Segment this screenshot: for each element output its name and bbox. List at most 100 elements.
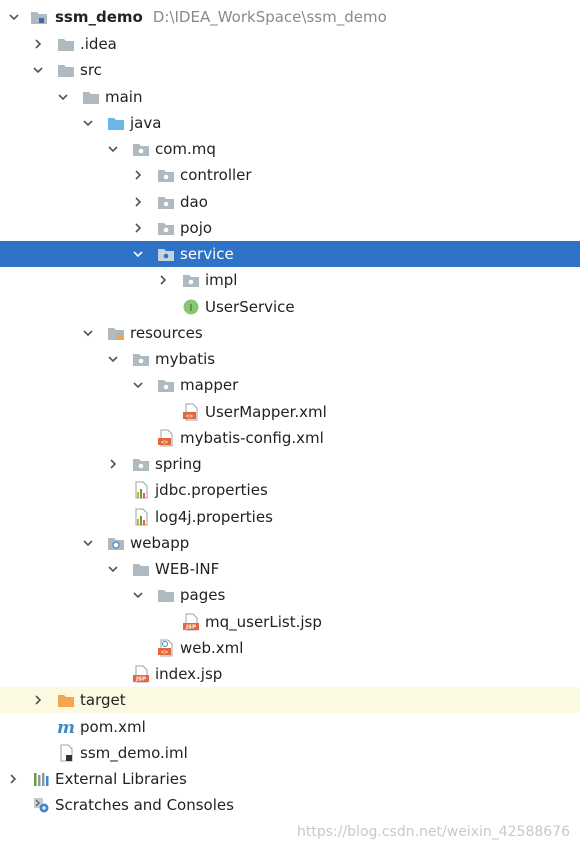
folder-icon bbox=[132, 560, 150, 578]
svg-text:m: m bbox=[57, 718, 75, 736]
tree-label: External Libraries bbox=[55, 770, 187, 788]
tree-row-main[interactable]: main bbox=[0, 84, 580, 110]
chevron-right-icon[interactable] bbox=[106, 457, 120, 471]
chevron-down-icon[interactable] bbox=[7, 10, 21, 24]
chevron-down-icon[interactable] bbox=[106, 562, 120, 576]
chevron-down-icon[interactable] bbox=[56, 90, 70, 104]
tree-row-webapp[interactable]: webapp bbox=[0, 530, 580, 556]
svg-text:JSP: JSP bbox=[135, 677, 146, 683]
watermark: https://blog.csdn.net/weixin_42588676 bbox=[296, 824, 570, 840]
tree-row-jdbc-properties[interactable]: jdbc.properties bbox=[0, 477, 580, 503]
chevron-down-icon[interactable] bbox=[131, 588, 145, 602]
svg-text:I: I bbox=[190, 303, 193, 314]
module-folder-icon bbox=[30, 8, 48, 26]
chevron-right-icon[interactable] bbox=[31, 37, 45, 51]
tree-row-pojo[interactable]: pojo bbox=[0, 215, 580, 241]
chevron-down-icon[interactable] bbox=[81, 116, 95, 130]
package-icon bbox=[157, 193, 175, 211]
tree-label: WEB-INF bbox=[155, 560, 220, 578]
tree-label: dao bbox=[180, 193, 208, 211]
tree-row-usermapper-xml[interactable]: <> UserMapper.xml bbox=[0, 399, 580, 425]
tree-label: pom.xml bbox=[80, 718, 146, 736]
chevron-down-icon[interactable] bbox=[131, 378, 145, 392]
tree-row-target[interactable]: target bbox=[0, 687, 580, 713]
tree-row-mq-userlist-jsp[interactable]: JSP mq_userList.jsp bbox=[0, 609, 580, 635]
tree-label: impl bbox=[205, 271, 238, 289]
project-name: ssm_demo bbox=[55, 8, 143, 26]
tree-row-src[interactable]: src bbox=[0, 57, 580, 83]
package-icon bbox=[157, 166, 175, 184]
tree-row-web-xml[interactable]: <> web.xml bbox=[0, 635, 580, 661]
tree-row-com-mq[interactable]: com.mq bbox=[0, 136, 580, 162]
chevron-right-icon[interactable] bbox=[31, 693, 45, 707]
tree-label: Scratches and Consoles bbox=[55, 796, 234, 814]
chevron-right-icon[interactable] bbox=[131, 168, 145, 182]
tree-row-web-inf[interactable]: WEB-INF bbox=[0, 556, 580, 582]
chevron-right-icon[interactable] bbox=[131, 195, 145, 209]
package-icon bbox=[157, 376, 175, 394]
iml-file-icon bbox=[57, 744, 75, 762]
svg-text:<>: <> bbox=[186, 413, 194, 420]
tree-label: main bbox=[105, 88, 143, 106]
tree-row-impl[interactable]: impl bbox=[0, 267, 580, 293]
tree-label: com.mq bbox=[155, 140, 216, 158]
maven-icon: m bbox=[57, 718, 75, 736]
tree-row-scratches[interactable]: Scratches and Consoles bbox=[0, 792, 580, 818]
tree-row-pom-xml[interactable]: m pom.xml bbox=[0, 714, 580, 740]
tree-label: ssm_demo.iml bbox=[80, 744, 188, 762]
tree-label: log4j.properties bbox=[155, 508, 273, 526]
excluded-folder-icon bbox=[57, 691, 75, 709]
tree-row-idea[interactable]: .idea bbox=[0, 31, 580, 57]
tree-row-log4j-properties[interactable]: log4j.properties bbox=[0, 504, 580, 530]
tree-row-java[interactable]: java bbox=[0, 110, 580, 136]
project-path: D:\IDEA_WorkSpace\ssm_demo bbox=[152, 8, 387, 26]
xml-file-icon: <> bbox=[157, 429, 175, 447]
chevron-down-icon[interactable] bbox=[81, 326, 95, 340]
svg-text:<>: <> bbox=[161, 439, 169, 446]
package-icon bbox=[132, 140, 150, 158]
tree-label: mybatis-config.xml bbox=[180, 429, 324, 447]
chevron-right-icon[interactable] bbox=[156, 273, 170, 287]
tree-row-controller[interactable]: controller bbox=[0, 162, 580, 188]
tree-label: mq_userList.jsp bbox=[205, 613, 322, 631]
tree-row-external-libraries[interactable]: External Libraries bbox=[0, 766, 580, 792]
tree-label: web.xml bbox=[180, 639, 244, 657]
chevron-right-icon[interactable] bbox=[131, 221, 145, 235]
tree-label: webapp bbox=[130, 534, 190, 552]
tree-row-userservice[interactable]: I UserService bbox=[0, 294, 580, 320]
properties-file-icon bbox=[132, 508, 150, 526]
tree-label: resources bbox=[130, 324, 203, 342]
tree-label: .idea bbox=[80, 35, 117, 53]
package-icon bbox=[157, 245, 175, 263]
chevron-down-icon[interactable] bbox=[106, 352, 120, 366]
source-folder-icon bbox=[107, 114, 125, 132]
tree-label: mapper bbox=[180, 376, 239, 394]
resources-folder-icon bbox=[107, 324, 125, 342]
folder-icon bbox=[57, 61, 75, 79]
chevron-right-icon[interactable] bbox=[6, 772, 20, 786]
tree-row-ssm-demo[interactable]: ssm_demo D:\IDEA_WorkSpace\ssm_demo bbox=[0, 4, 580, 30]
chevron-down-icon[interactable] bbox=[106, 142, 120, 156]
tree-row-mapper[interactable]: mapper bbox=[0, 372, 580, 398]
chevron-down-icon[interactable] bbox=[31, 63, 45, 77]
chevron-down-icon[interactable] bbox=[81, 536, 95, 550]
tree-label: pages bbox=[180, 586, 226, 604]
tree-label: java bbox=[130, 114, 162, 132]
tree-row-service[interactable]: service bbox=[0, 241, 580, 267]
tree-row-pages[interactable]: pages bbox=[0, 582, 580, 608]
tree-row-resources[interactable]: resources bbox=[0, 320, 580, 346]
tree-row-index-jsp[interactable]: JSP index.jsp bbox=[0, 661, 580, 687]
tree-label: target bbox=[80, 691, 126, 709]
tree-row-spring[interactable]: spring bbox=[0, 451, 580, 477]
package-icon bbox=[157, 219, 175, 237]
chevron-down-icon[interactable] bbox=[131, 247, 145, 261]
tree-row-mybatis[interactable]: mybatis bbox=[0, 346, 580, 372]
web-folder-icon bbox=[107, 534, 125, 552]
package-icon bbox=[132, 350, 150, 368]
tree-row-dao[interactable]: dao bbox=[0, 189, 580, 215]
svg-text:<>: <> bbox=[161, 649, 169, 656]
tree-row-ssm-demo-iml[interactable]: ssm_demo.iml bbox=[0, 740, 580, 766]
tree-label: index.jsp bbox=[155, 665, 223, 683]
tree-label: UserService bbox=[205, 298, 295, 316]
tree-row-mybatis-config-xml[interactable]: <> mybatis-config.xml bbox=[0, 425, 580, 451]
